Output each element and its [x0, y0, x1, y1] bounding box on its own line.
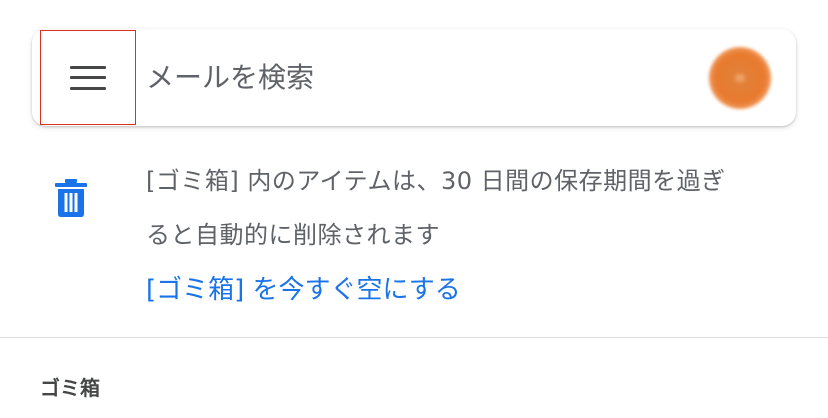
- main-menu-button[interactable]: [40, 30, 136, 125]
- gmail-trash-page: メールを検索 [ゴミ箱] 内のアイテムは、30 日間の保存期間を過ぎ ると自動的…: [0, 0, 828, 418]
- trash-retention-notice: [ゴミ箱] 内のアイテムは、30 日間の保存期間を過ぎ ると自動的に削除されます: [146, 154, 786, 262]
- empty-trash-link[interactable]: [ゴミ箱] を今すぐ空にする: [146, 270, 461, 310]
- hamburger-menu-icon: [70, 65, 106, 90]
- notice-line-2: ると自動的に削除されます: [146, 221, 440, 249]
- account-avatar[interactable]: [709, 47, 771, 109]
- trash-icon: [55, 179, 87, 217]
- search-input[interactable]: メールを検索: [146, 29, 314, 126]
- section-label-trash: ゴミ箱: [40, 376, 100, 400]
- notice-line-1: [ゴミ箱] 内のアイテムは、30 日間の保存期間を過ぎ: [146, 167, 726, 195]
- divider: [0, 337, 828, 338]
- search-bar[interactable]: メールを検索: [32, 29, 796, 126]
